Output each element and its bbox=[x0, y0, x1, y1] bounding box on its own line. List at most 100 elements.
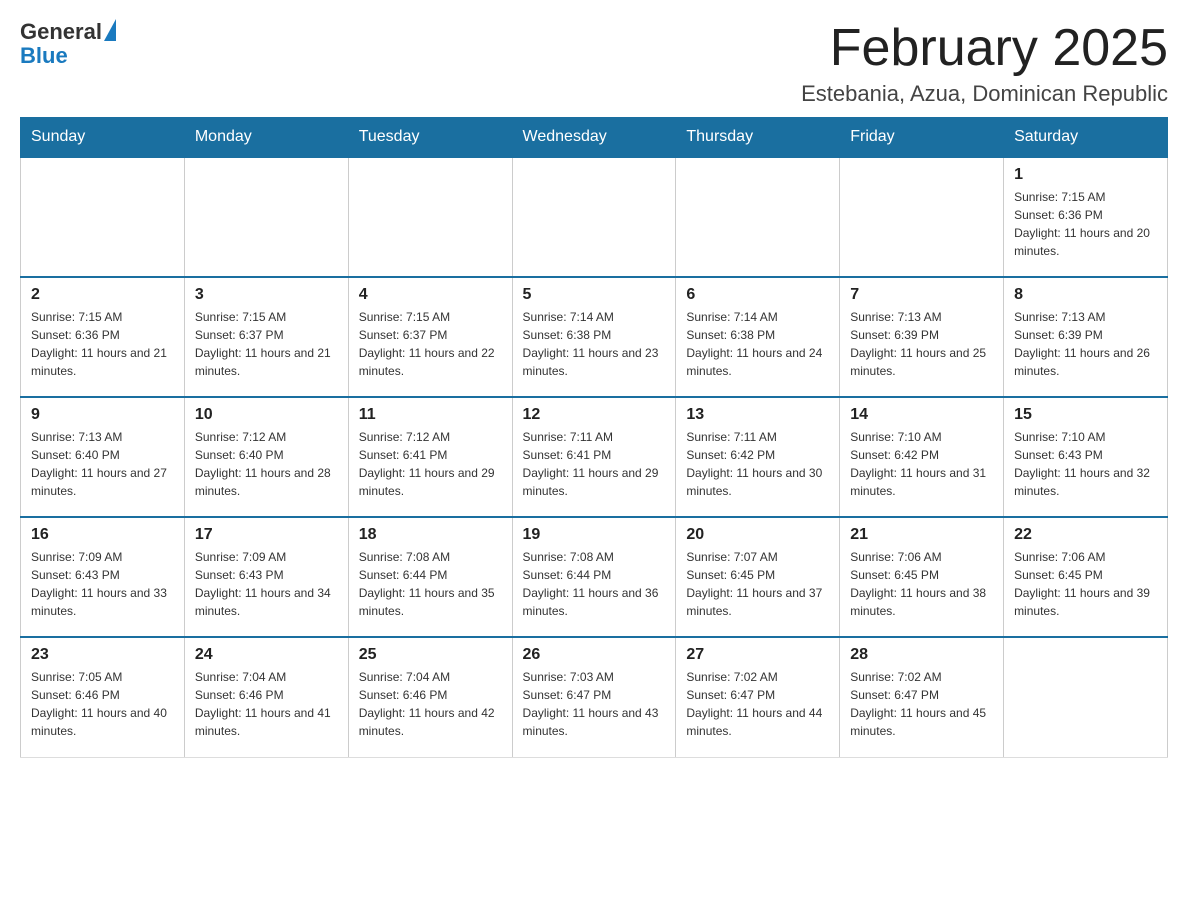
weekday-header-tuesday: Tuesday bbox=[348, 118, 512, 158]
calendar-cell: 28Sunrise: 7:02 AMSunset: 6:47 PMDayligh… bbox=[840, 637, 1004, 757]
calendar-cell: 9 Sunrise: 7:13 AMSunset: 6:40 PMDaylight… bbox=[21, 397, 185, 517]
day-info: Sunrise: 7:03 AMSunset: 6:47 PMDaylight:… bbox=[523, 668, 666, 740]
weekday-header-friday: Friday bbox=[840, 118, 1004, 158]
calendar-cell bbox=[21, 157, 185, 277]
day-number: 15 bbox=[1014, 406, 1157, 424]
day-number: 11 bbox=[359, 406, 502, 424]
calendar-table: SundayMondayTuesdayWednesdayThursdayFrid… bbox=[20, 117, 1168, 758]
day-number: 28 bbox=[850, 646, 993, 664]
day-info: Sunrise: 7:02 AMSunset: 6:47 PMDaylight:… bbox=[686, 668, 829, 740]
calendar-cell: 8 Sunrise: 7:13 AMSunset: 6:39 PMDaylight… bbox=[1004, 277, 1168, 397]
calendar-cell: 15 Sunrise: 7:10 AMSunset: 6:43 PMDayligh… bbox=[1004, 397, 1168, 517]
day-info: Sunrise: 7:15 AMSunset: 6:37 PMDaylight:… bbox=[359, 308, 502, 380]
day-info: Sunrise: 7:07 AMSunset: 6:45 PMDaylight:… bbox=[686, 548, 829, 620]
day-number: 18 bbox=[359, 526, 502, 544]
calendar-week-row: 1 Sunrise: 7:15 AMSunset: 6:36 PMDaylight… bbox=[21, 157, 1168, 277]
calendar-cell: 19 Sunrise: 7:08 AMSunset: 6:44 PMDayligh… bbox=[512, 517, 676, 637]
day-info: Sunrise: 7:15 AMSunset: 6:36 PMDaylight:… bbox=[31, 308, 174, 380]
day-number: 8 bbox=[1014, 286, 1157, 304]
calendar-cell: 6 Sunrise: 7:14 AMSunset: 6:38 PMDaylight… bbox=[676, 277, 840, 397]
day-number: 14 bbox=[850, 406, 993, 424]
calendar-week-row: 16 Sunrise: 7:09 AMSunset: 6:43 PMDayligh… bbox=[21, 517, 1168, 637]
calendar-cell bbox=[184, 157, 348, 277]
calendar-cell bbox=[1004, 637, 1168, 757]
day-number: 3 bbox=[195, 286, 338, 304]
day-info: Sunrise: 7:14 AMSunset: 6:38 PMDaylight:… bbox=[686, 308, 829, 380]
day-number: 2 bbox=[31, 286, 174, 304]
day-info: Sunrise: 7:11 AMSunset: 6:42 PMDaylight:… bbox=[686, 428, 829, 500]
day-info: Sunrise: 7:12 AMSunset: 6:40 PMDaylight:… bbox=[195, 428, 338, 500]
day-number: 16 bbox=[31, 526, 174, 544]
calendar-cell: 20 Sunrise: 7:07 AMSunset: 6:45 PMDayligh… bbox=[676, 517, 840, 637]
calendar-cell: 7 Sunrise: 7:13 AMSunset: 6:39 PMDaylight… bbox=[840, 277, 1004, 397]
day-number: 5 bbox=[523, 286, 666, 304]
day-number: 9 bbox=[31, 406, 174, 424]
calendar-cell: 4Sunrise: 7:15 AMSunset: 6:37 PMDaylight… bbox=[348, 277, 512, 397]
calendar-cell bbox=[676, 157, 840, 277]
day-info: Sunrise: 7:08 AMSunset: 6:44 PMDaylight:… bbox=[359, 548, 502, 620]
calendar-cell: 3 Sunrise: 7:15 AMSunset: 6:37 PMDaylight… bbox=[184, 277, 348, 397]
calendar-cell: 12 Sunrise: 7:11 AMSunset: 6:41 PMDayligh… bbox=[512, 397, 676, 517]
day-info: Sunrise: 7:10 AMSunset: 6:42 PMDaylight:… bbox=[850, 428, 993, 500]
logo-triangle-icon bbox=[104, 19, 116, 41]
calendar-week-row: 9 Sunrise: 7:13 AMSunset: 6:40 PMDaylight… bbox=[21, 397, 1168, 517]
day-number: 19 bbox=[523, 526, 666, 544]
calendar-cell: 14 Sunrise: 7:10 AMSunset: 6:42 PMDayligh… bbox=[840, 397, 1004, 517]
calendar-cell: 17 Sunrise: 7:09 AMSunset: 6:43 PMDayligh… bbox=[184, 517, 348, 637]
weekday-header-wednesday: Wednesday bbox=[512, 118, 676, 158]
calendar-cell: 24 Sunrise: 7:04 AMSunset: 6:46 PMDayligh… bbox=[184, 637, 348, 757]
logo: General Blue bbox=[20, 20, 116, 68]
location-subtitle: Estebania, Azua, Dominican Republic bbox=[801, 81, 1168, 107]
day-info: Sunrise: 7:13 AMSunset: 6:40 PMDaylight:… bbox=[31, 428, 174, 500]
calendar-cell: 18 Sunrise: 7:08 AMSunset: 6:44 PMDayligh… bbox=[348, 517, 512, 637]
day-info: Sunrise: 7:06 AMSunset: 6:45 PMDaylight:… bbox=[1014, 548, 1157, 620]
day-info: Sunrise: 7:04 AMSunset: 6:46 PMDaylight:… bbox=[195, 668, 338, 740]
day-number: 23 bbox=[31, 646, 174, 664]
calendar-cell: 1 Sunrise: 7:15 AMSunset: 6:36 PMDaylight… bbox=[1004, 157, 1168, 277]
day-info: Sunrise: 7:11 AMSunset: 6:41 PMDaylight:… bbox=[523, 428, 666, 500]
day-number: 6 bbox=[686, 286, 829, 304]
calendar-cell bbox=[512, 157, 676, 277]
calendar-cell: 23 Sunrise: 7:05 AMSunset: 6:46 PMDayligh… bbox=[21, 637, 185, 757]
calendar-cell: 25 Sunrise: 7:04 AMSunset: 6:46 PMDayligh… bbox=[348, 637, 512, 757]
calendar-week-row: 2 Sunrise: 7:15 AMSunset: 6:36 PMDaylight… bbox=[21, 277, 1168, 397]
day-number: 21 bbox=[850, 526, 993, 544]
calendar-cell: 21Sunrise: 7:06 AMSunset: 6:45 PMDayligh… bbox=[840, 517, 1004, 637]
day-info: Sunrise: 7:13 AMSunset: 6:39 PMDaylight:… bbox=[850, 308, 993, 380]
day-number: 24 bbox=[195, 646, 338, 664]
calendar-cell: 27 Sunrise: 7:02 AMSunset: 6:47 PMDayligh… bbox=[676, 637, 840, 757]
day-number: 1 bbox=[1014, 166, 1157, 184]
logo-text-general: General bbox=[20, 20, 102, 44]
calendar-cell: 11 Sunrise: 7:12 AMSunset: 6:41 PMDayligh… bbox=[348, 397, 512, 517]
calendar-cell: 13Sunrise: 7:11 AMSunset: 6:42 PMDayligh… bbox=[676, 397, 840, 517]
day-number: 20 bbox=[686, 526, 829, 544]
day-number: 25 bbox=[359, 646, 502, 664]
calendar-cell: 26 Sunrise: 7:03 AMSunset: 6:47 PMDayligh… bbox=[512, 637, 676, 757]
calendar-cell: 10 Sunrise: 7:12 AMSunset: 6:40 PMDayligh… bbox=[184, 397, 348, 517]
calendar-cell: 2 Sunrise: 7:15 AMSunset: 6:36 PMDaylight… bbox=[21, 277, 185, 397]
day-number: 12 bbox=[523, 406, 666, 424]
day-info: Sunrise: 7:12 AMSunset: 6:41 PMDaylight:… bbox=[359, 428, 502, 500]
day-number: 26 bbox=[523, 646, 666, 664]
day-info: Sunrise: 7:10 AMSunset: 6:43 PMDaylight:… bbox=[1014, 428, 1157, 500]
title-block: February 2025 Estebania, Azua, Dominican… bbox=[801, 20, 1168, 107]
day-number: 27 bbox=[686, 646, 829, 664]
calendar-cell bbox=[348, 157, 512, 277]
day-info: Sunrise: 7:09 AMSunset: 6:43 PMDaylight:… bbox=[195, 548, 338, 620]
day-info: Sunrise: 7:13 AMSunset: 6:39 PMDaylight:… bbox=[1014, 308, 1157, 380]
day-number: 10 bbox=[195, 406, 338, 424]
day-info: Sunrise: 7:08 AMSunset: 6:44 PMDaylight:… bbox=[523, 548, 666, 620]
calendar-cell: 16Sunrise: 7:09 AMSunset: 6:43 PMDayligh… bbox=[21, 517, 185, 637]
day-info: Sunrise: 7:15 AMSunset: 6:36 PMDaylight:… bbox=[1014, 188, 1157, 260]
weekday-header-row: SundayMondayTuesdayWednesdayThursdayFrid… bbox=[21, 118, 1168, 158]
calendar-cell: 5 Sunrise: 7:14 AMSunset: 6:38 PMDaylight… bbox=[512, 277, 676, 397]
day-info: Sunrise: 7:05 AMSunset: 6:46 PMDaylight:… bbox=[31, 668, 174, 740]
day-info: Sunrise: 7:14 AMSunset: 6:38 PMDaylight:… bbox=[523, 308, 666, 380]
day-info: Sunrise: 7:15 AMSunset: 6:37 PMDaylight:… bbox=[195, 308, 338, 380]
day-info: Sunrise: 7:04 AMSunset: 6:46 PMDaylight:… bbox=[359, 668, 502, 740]
page-header: General Blue February 2025 Estebania, Az… bbox=[20, 20, 1168, 107]
day-number: 22 bbox=[1014, 526, 1157, 544]
day-number: 17 bbox=[195, 526, 338, 544]
day-number: 7 bbox=[850, 286, 993, 304]
month-year-title: February 2025 bbox=[801, 20, 1168, 77]
